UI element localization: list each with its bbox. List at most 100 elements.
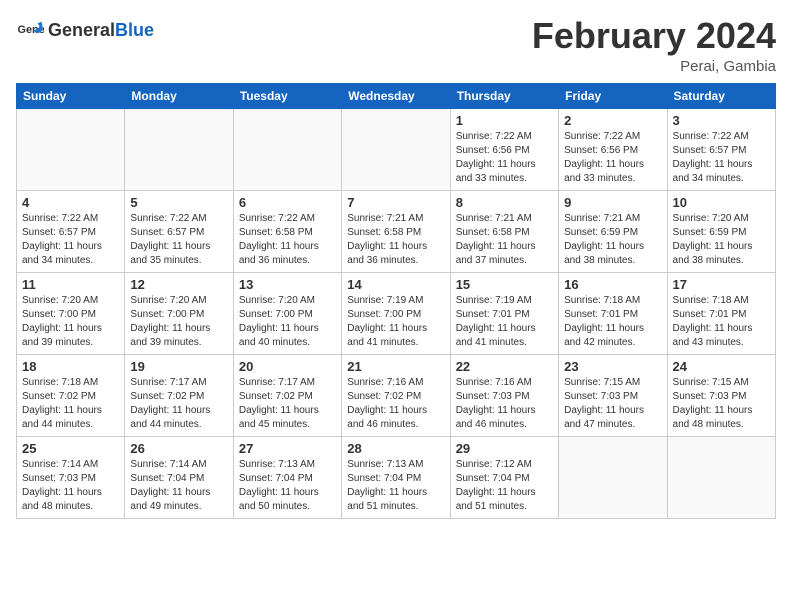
calendar-cell: 29Sunrise: 7:12 AM Sunset: 7:04 PM Dayli… bbox=[450, 436, 558, 518]
calendar-cell: 24Sunrise: 7:15 AM Sunset: 7:03 PM Dayli… bbox=[667, 354, 775, 436]
cell-day-number: 6 bbox=[239, 195, 336, 210]
calendar-cell: 28 Sunrise: 7:13 AM Sunset: 7:04 PM Dayli… bbox=[342, 436, 450, 518]
cell-info: Sunrise: 7:15 AM Sunset: 7:03 PM Dayligh… bbox=[564, 376, 661, 432]
weekday-header: Monday bbox=[125, 83, 233, 108]
cell-day-number: 8 bbox=[456, 195, 553, 210]
weekday-header: Tuesday bbox=[233, 83, 341, 108]
calendar-cell: 22 Sunrise: 7:16 AM Sunset: 7:03 PM Dayli… bbox=[450, 354, 558, 436]
cell-day-number: 1 bbox=[456, 113, 553, 128]
cell-day-number: 22 bbox=[456, 359, 553, 374]
cell-day-number: 17 bbox=[673, 277, 770, 292]
calendar-cell: 18 Sunrise: 7:18 AM Sunset: 7:02 PM Dayli… bbox=[17, 354, 125, 436]
cell-info: Sunrise: 7:22 AM Sunset: 6:58 PM Dayligh… bbox=[239, 212, 336, 268]
cell-day-number: 10 bbox=[673, 195, 770, 210]
calendar-week-row: 11 Sunrise: 7:20 AM Sunset: 7:00 PM Dayli… bbox=[17, 272, 776, 354]
cell-day-number: 3 bbox=[673, 113, 770, 128]
calendar-cell: 7 Sunrise: 7:21 AM Sunset: 6:58 PM Daylig… bbox=[342, 190, 450, 272]
cell-info: Sunrise: 7:12 AM Sunset: 7:04 PM Dayligh… bbox=[456, 458, 553, 514]
cell-info: Sunrise: 7:22 AM Sunset: 6:56 PM Dayligh… bbox=[456, 130, 553, 186]
cell-day-number: 26 bbox=[130, 441, 227, 456]
title-block: February 2024 Perai, Gambia bbox=[532, 16, 776, 75]
month-title: February 2024 bbox=[532, 16, 776, 56]
cell-info: Sunrise: 7:13 AM Sunset: 7:04 PM Dayligh… bbox=[239, 458, 336, 514]
calendar-cell: 23 Sunrise: 7:15 AM Sunset: 7:03 PM Dayli… bbox=[559, 354, 667, 436]
calendar-cell bbox=[125, 108, 233, 190]
calendar-cell: 12 Sunrise: 7:20 AM Sunset: 7:00 PM Dayli… bbox=[125, 272, 233, 354]
cell-info: Sunrise: 7:21 AM Sunset: 6:58 PM Dayligh… bbox=[347, 212, 444, 268]
cell-day-number: 16 bbox=[564, 277, 661, 292]
calendar-cell: 14 Sunrise: 7:19 AM Sunset: 7:00 PM Dayli… bbox=[342, 272, 450, 354]
calendar-header-row: SundayMondayTuesdayWednesdayThursdayFrid… bbox=[17, 83, 776, 108]
cell-day-number: 28 bbox=[347, 441, 444, 456]
cell-day-number: 27 bbox=[239, 441, 336, 456]
cell-info: Sunrise: 7:20 AM Sunset: 7:00 PM Dayligh… bbox=[239, 294, 336, 350]
calendar-table: SundayMondayTuesdayWednesdayThursdayFrid… bbox=[16, 83, 776, 519]
cell-day-number: 21 bbox=[347, 359, 444, 374]
calendar-cell: 25 Sunrise: 7:14 AM Sunset: 7:03 PM Dayli… bbox=[17, 436, 125, 518]
location: Perai, Gambia bbox=[532, 58, 776, 75]
cell-day-number: 7 bbox=[347, 195, 444, 210]
cell-day-number: 5 bbox=[130, 195, 227, 210]
calendar-cell: 9 Sunrise: 7:21 AM Sunset: 6:59 PM Daylig… bbox=[559, 190, 667, 272]
weekday-header: Saturday bbox=[667, 83, 775, 108]
cell-info: Sunrise: 7:22 AM Sunset: 6:56 PM Dayligh… bbox=[564, 130, 661, 186]
logo-icon: General bbox=[16, 16, 44, 44]
calendar-cell: 19Sunrise: 7:17 AM Sunset: 7:02 PM Dayli… bbox=[125, 354, 233, 436]
calendar-cell: 21 Sunrise: 7:16 AM Sunset: 7:02 PM Dayli… bbox=[342, 354, 450, 436]
cell-info: Sunrise: 7:16 AM Sunset: 7:02 PM Dayligh… bbox=[347, 376, 444, 432]
calendar-cell: 17Sunrise: 7:18 AM Sunset: 7:01 PM Dayli… bbox=[667, 272, 775, 354]
cell-day-number: 19 bbox=[130, 359, 227, 374]
cell-day-number: 2 bbox=[564, 113, 661, 128]
weekday-header: Thursday bbox=[450, 83, 558, 108]
cell-day-number: 18 bbox=[22, 359, 119, 374]
calendar-cell: 5 Sunrise: 7:22 AM Sunset: 6:57 PM Daylig… bbox=[125, 190, 233, 272]
weekday-header: Sunday bbox=[17, 83, 125, 108]
cell-info: Sunrise: 7:18 AM Sunset: 7:02 PM Dayligh… bbox=[22, 376, 119, 432]
calendar-cell bbox=[342, 108, 450, 190]
calendar-cell: 4 Sunrise: 7:22 AM Sunset: 6:57 PM Daylig… bbox=[17, 190, 125, 272]
page-header: General GeneralBlue February 2024 Perai,… bbox=[16, 16, 776, 75]
cell-day-number: 23 bbox=[564, 359, 661, 374]
cell-info: Sunrise: 7:21 AM Sunset: 6:58 PM Dayligh… bbox=[456, 212, 553, 268]
cell-day-number: 15 bbox=[456, 277, 553, 292]
cell-day-number: 4 bbox=[22, 195, 119, 210]
calendar-cell: 3 Sunrise: 7:22 AM Sunset: 6:57 PM Daylig… bbox=[667, 108, 775, 190]
calendar-cell bbox=[667, 436, 775, 518]
cell-info: Sunrise: 7:20 AM Sunset: 6:59 PM Dayligh… bbox=[673, 212, 770, 268]
calendar-cell: 13 Sunrise: 7:20 AM Sunset: 7:00 PM Dayli… bbox=[233, 272, 341, 354]
calendar-cell bbox=[559, 436, 667, 518]
cell-info: Sunrise: 7:20 AM Sunset: 7:00 PM Dayligh… bbox=[130, 294, 227, 350]
cell-day-number: 12 bbox=[130, 277, 227, 292]
calendar-cell: 6 Sunrise: 7:22 AM Sunset: 6:58 PM Daylig… bbox=[233, 190, 341, 272]
cell-info: Sunrise: 7:15 AM Sunset: 7:03 PM Dayligh… bbox=[673, 376, 770, 432]
calendar-cell: 2 Sunrise: 7:22 AM Sunset: 6:56 PM Daylig… bbox=[559, 108, 667, 190]
calendar-week-row: 25 Sunrise: 7:14 AM Sunset: 7:03 PM Dayli… bbox=[17, 436, 776, 518]
logo-text-blue: Blue bbox=[115, 20, 154, 40]
calendar-cell: 1 Sunrise: 7:22 AM Sunset: 6:56 PM Daylig… bbox=[450, 108, 558, 190]
calendar-cell bbox=[17, 108, 125, 190]
cell-info: Sunrise: 7:19 AM Sunset: 7:00 PM Dayligh… bbox=[347, 294, 444, 350]
logo-text-general: General bbox=[48, 20, 115, 40]
cell-info: Sunrise: 7:22 AM Sunset: 6:57 PM Dayligh… bbox=[130, 212, 227, 268]
cell-day-number: 20 bbox=[239, 359, 336, 374]
calendar-week-row: 18 Sunrise: 7:18 AM Sunset: 7:02 PM Dayli… bbox=[17, 354, 776, 436]
cell-info: Sunrise: 7:21 AM Sunset: 6:59 PM Dayligh… bbox=[564, 212, 661, 268]
calendar-cell: 15Sunrise: 7:19 AM Sunset: 7:01 PM Dayli… bbox=[450, 272, 558, 354]
cell-day-number: 25 bbox=[22, 441, 119, 456]
weekday-header: Wednesday bbox=[342, 83, 450, 108]
cell-info: Sunrise: 7:13 AM Sunset: 7:04 PM Dayligh… bbox=[347, 458, 444, 514]
cell-day-number: 9 bbox=[564, 195, 661, 210]
logo: General GeneralBlue bbox=[16, 16, 154, 44]
cell-info: Sunrise: 7:16 AM Sunset: 7:03 PM Dayligh… bbox=[456, 376, 553, 432]
cell-day-number: 11 bbox=[22, 277, 119, 292]
cell-info: Sunrise: 7:22 AM Sunset: 6:57 PM Dayligh… bbox=[673, 130, 770, 186]
cell-day-number: 13 bbox=[239, 277, 336, 292]
cell-info: Sunrise: 7:22 AM Sunset: 6:57 PM Dayligh… bbox=[22, 212, 119, 268]
cell-info: Sunrise: 7:20 AM Sunset: 7:00 PM Dayligh… bbox=[22, 294, 119, 350]
cell-info: Sunrise: 7:14 AM Sunset: 7:03 PM Dayligh… bbox=[22, 458, 119, 514]
cell-day-number: 14 bbox=[347, 277, 444, 292]
calendar-cell: 20Sunrise: 7:17 AM Sunset: 7:02 PM Dayli… bbox=[233, 354, 341, 436]
weekday-header: Friday bbox=[559, 83, 667, 108]
cell-info: Sunrise: 7:14 AM Sunset: 7:04 PM Dayligh… bbox=[130, 458, 227, 514]
calendar-cell: 8 Sunrise: 7:21 AM Sunset: 6:58 PM Daylig… bbox=[450, 190, 558, 272]
